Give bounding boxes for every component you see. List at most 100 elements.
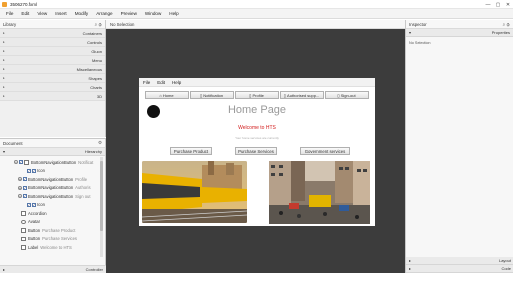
layout-section[interactable]: ▸ Layout <box>406 257 513 265</box>
tree-node-name: BottomNavigationButton <box>28 193 74 199</box>
tree-row[interactable]: Avatar <box>0 218 105 227</box>
label-icon <box>21 245 26 250</box>
description-text: Your home services are currently <box>235 136 279 140</box>
checkbox-icon: ✓ <box>32 202 36 207</box>
menu-insert[interactable]: Insert <box>55 11 67 16</box>
tree-node-name: BottomNavigationButton <box>28 185 74 191</box>
library-section-gluon[interactable]: ▸ Gluon <box>0 47 105 56</box>
maximize-button[interactable]: ▢ <box>493 0 503 9</box>
bottom-margin <box>0 273 513 283</box>
checkbox-icon: ✓ <box>23 185 27 190</box>
window-titlebar: 3506270.fxml — ▢ ✕ <box>0 0 513 9</box>
checkbox-icon: ✓ <box>23 177 27 182</box>
inspector-header: Inspector ⌕ ⚙ <box>406 20 513 29</box>
menu-arrange[interactable]: Arrange <box>96 11 112 16</box>
checkbox-icon: ✓ <box>27 202 31 207</box>
library-search-icon[interactable]: ⌕ <box>95 22 98 27</box>
preview-menu-edit[interactable]: Edit <box>157 80 165 85</box>
properties-section[interactable]: ▾ Properties <box>406 29 513 37</box>
library-section-label: Gluon <box>91 48 102 54</box>
avatar[interactable] <box>147 105 160 118</box>
library-section-miscellaneous[interactable]: ▸ Miscellaneous <box>0 65 105 74</box>
tree-row[interactable]: Button Purchase Product <box>0 226 105 235</box>
tree-node-name: Icon <box>37 202 45 208</box>
expand-arrow-icon: ▸ <box>409 266 412 271</box>
avatar-icon <box>21 219 26 224</box>
tree-row[interactable]: + ✓ BottomNavigationButton Profile <box>0 175 105 184</box>
nav-profile-button[interactable]: ▯ Profile <box>234 91 279 99</box>
expand-toggle-icon[interactable]: − <box>14 160 18 165</box>
code-section[interactable]: ▸ Code <box>406 265 513 273</box>
scene-preview[interactable]: File Edit Help ⌂ Home ▯ Notification ▯ P… <box>139 78 375 226</box>
expand-toggle-icon[interactable]: + <box>18 177 22 182</box>
nav-button-label: Sign-out <box>340 92 356 98</box>
controller-label: Controller <box>85 267 103 272</box>
expand-toggle-icon[interactable]: + <box>18 185 22 190</box>
document-header: Document ⚙ <box>0 139 105 148</box>
document-menu-icon[interactable]: ⚙ <box>98 140 102 145</box>
scrollbar-thumb[interactable] <box>100 161 103 231</box>
expand-toggle-icon[interactable]: − <box>18 194 22 199</box>
layout-label: Layout <box>498 258 511 263</box>
tree-row[interactable]: Button Purchase Services <box>0 235 105 244</box>
library-menu-icon[interactable]: ⚙ <box>98 22 102 27</box>
tree-row[interactable]: − ✓ BottomNavigationButton Notificat <box>0 158 105 167</box>
menu-window[interactable]: Window <box>145 11 161 16</box>
selection-status: No Selection <box>110 21 135 27</box>
inspector-empty-state: No Selection <box>409 41 431 45</box>
nav-signout-button[interactable]: ▯ Sign-out <box>324 91 369 99</box>
hierarchy-scrollbar[interactable] <box>100 157 103 257</box>
preview-menu-bar: File Edit Help <box>139 78 375 87</box>
library-section-shapes[interactable]: ▸ Shapes <box>0 74 105 83</box>
tree-node-name: Label <box>28 244 39 250</box>
tree-row[interactable]: Label Welcome to HTS <box>0 243 105 252</box>
purchase-product-button[interactable]: Purchase Product <box>170 147 212 155</box>
library-section-menu[interactable]: ▸ Menu <box>0 56 105 65</box>
preview-menu-help[interactable]: Help <box>172 80 181 85</box>
tree-node-name: Button <box>28 236 41 242</box>
nav-home-button[interactable]: ⌂ Home <box>144 91 189 99</box>
library-section-label: Containers <box>82 30 102 36</box>
menu-view[interactable]: View <box>37 11 47 16</box>
tree-row[interactable]: ✓ ✓ Icon <box>0 201 105 210</box>
menu-modify[interactable]: Modify <box>75 11 89 16</box>
hierarchy-section[interactable]: ▾ Hierarchy <box>0 148 105 156</box>
checkbox-icon: ✓ <box>23 194 27 199</box>
menu-preview[interactable]: Preview <box>121 11 137 16</box>
window-title: 3506270.fxml <box>10 1 38 7</box>
hierarchy-tree: − ✓ BottomNavigationButton Notificat ✓ ✓ Ic… <box>0 156 105 252</box>
government-services-button[interactable]: Government services <box>300 147 350 155</box>
expand-arrow-icon: ▸ <box>3 58 5 62</box>
tree-row[interactable]: ✓ ✓ Icon <box>0 167 105 176</box>
preview-menu-file[interactable]: File <box>143 80 150 85</box>
tree-node-name: Icon <box>37 168 45 174</box>
library-header: Library ⌕ ⚙ <box>0 20 105 29</box>
tree-node-detail: Purchase Product <box>42 227 76 233</box>
purchase-services-button[interactable]: Purchase Services <box>235 147 277 155</box>
nav-authorised-button[interactable]: ▯ Authorised supp... <box>279 91 324 99</box>
close-button[interactable]: ✕ <box>503 0 513 9</box>
minimize-button[interactable]: — <box>483 0 493 9</box>
tree-node-name: Accordion <box>28 210 47 216</box>
nav-notification-button[interactable]: ▯ Notification <box>189 91 234 99</box>
inspector-menu-icon[interactable]: ⚙ <box>506 22 510 27</box>
welcome-label: Welcome to HTS <box>238 125 276 131</box>
library-section-containers[interactable]: ▸ Containers <box>0 29 105 38</box>
expand-arrow-icon: ▸ <box>3 40 5 44</box>
library-section-charts[interactable]: ▸ Charts <box>0 83 105 92</box>
tree-row[interactable]: Accordion <box>0 209 105 218</box>
tree-node-name: BottomNavigationButton <box>31 159 77 165</box>
library-section-label: Menu <box>91 57 102 63</box>
menu-file[interactable]: File <box>6 11 13 16</box>
controller-section[interactable]: ▸ Controller <box>0 265 106 273</box>
tree-row[interactable]: + ✓ BottomNavigationButton Authoris <box>0 184 105 193</box>
library-section-3d[interactable]: ▸ 3D <box>0 92 105 101</box>
menu-edit[interactable]: Edit <box>21 11 29 16</box>
tree-row[interactable]: − ✓ BottomNavigationButton Sign out <box>0 192 105 201</box>
menu-help[interactable]: Help <box>169 11 178 16</box>
expand-arrow-icon: ▸ <box>3 49 5 53</box>
inspector-search-icon[interactable]: ⌕ <box>503 22 506 27</box>
city-street-image <box>269 161 370 224</box>
expand-arrow-icon: ▸ <box>3 94 5 98</box>
library-section-controls[interactable]: ▸ Controls <box>0 38 105 47</box>
